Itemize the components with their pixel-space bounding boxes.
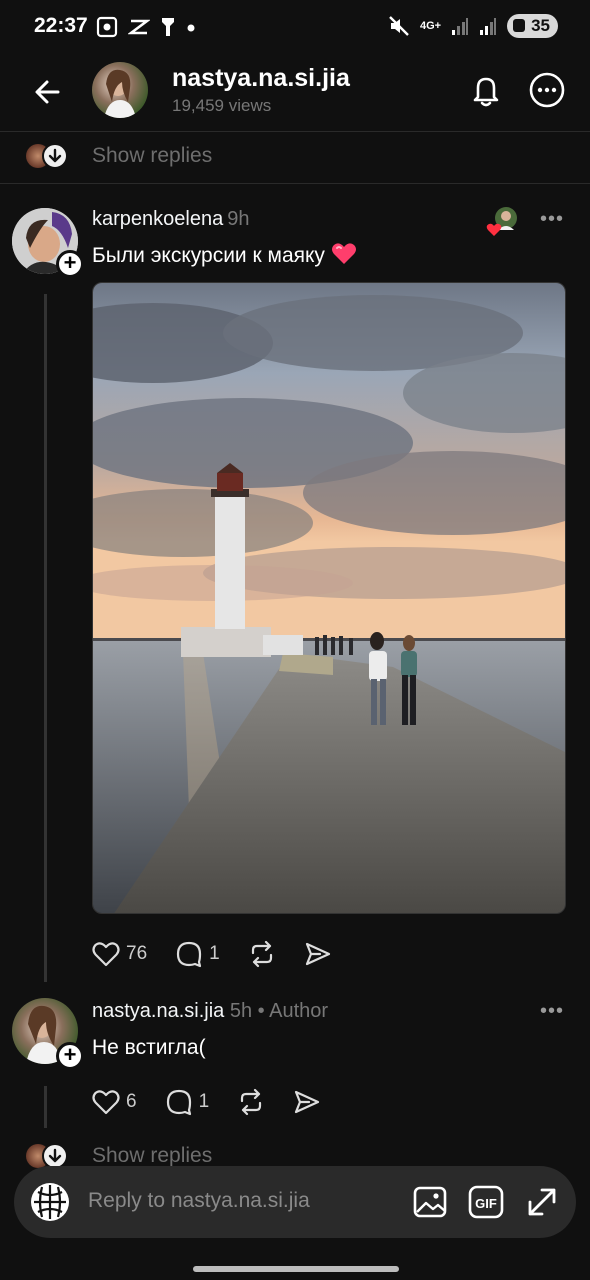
capcut-icon [128,19,150,35]
status-time: 22:37 [34,14,88,37]
gif-button[interactable]: GIF [468,1184,504,1220]
attach-photo-button[interactable] [412,1184,448,1220]
thread-line [44,294,47,982]
arrow-left-icon [35,80,60,104]
repost-button[interactable] [237,1088,265,1116]
red-heart-emoji-icon [331,243,356,264]
reply-text-content: Были экскурсии к маяку [92,244,325,267]
comment-button[interactable]: 1 [175,940,220,968]
send-icon [305,942,330,966]
signal-icon-2 [480,18,497,35]
reply-username-text[interactable]: karpenkoelena [92,208,223,230]
screenshot-icon [96,16,118,38]
heart-icon [92,1090,120,1115]
expand-composer-button[interactable] [524,1184,560,1220]
repost-icon [251,940,272,968]
status-right-icons: 4G+ 35 [388,14,558,38]
signal-icon-1 [452,18,469,35]
mute-icon [389,16,409,36]
network-label: 4G+ [419,20,442,32]
reply-composer[interactable]: Reply to nastya.na.si.jia GIF [14,1166,576,1238]
comment-count: 1 [209,943,220,964]
follow-button[interactable]: + [56,1042,84,1070]
battery-indicator: 35 [507,14,558,38]
replier-avatars [26,143,70,170]
reply-input[interactable]: Reply to nastya.na.si.jia [88,1189,310,1213]
comment-bubble-icon [166,1089,191,1116]
back-button[interactable] [30,74,66,110]
status-bar: 22:37 4G+ 35 [0,0,590,56]
notifications-button[interactable] [466,70,506,110]
reply-text: Не встигла( [92,1036,206,1059]
author-avatar[interactable] [92,62,148,118]
reply-actions: 76 1 [92,940,360,968]
reply-more-button[interactable]: ••• [540,1000,564,1023]
like-count: 76 [126,943,148,964]
image-icon [413,1186,447,1218]
flashlight-icon [162,18,174,36]
repost-icon [241,1088,262,1116]
home-indicator[interactable] [193,1266,399,1272]
lighthouse-photo [93,283,565,913]
heart-icon [92,942,120,967]
like-button[interactable]: 76 [92,941,147,967]
thread-header: nastya.na.si.jia 19,459 views [0,56,590,132]
header-views: 19,459 views [172,96,272,115]
svg-text:GIF: GIF [475,1196,497,1211]
show-replies-label[interactable]: Show replies [92,1144,212,1168]
thread-line [44,1086,47,1128]
show-replies-label[interactable]: Show replies [92,144,212,168]
header-username[interactable]: nastya.na.si.jia [172,64,350,93]
follow-button[interactable]: + [56,250,84,278]
reply-more-button[interactable]: ••• [540,208,564,231]
share-button[interactable] [293,1088,321,1116]
expand-arrows-icon [528,1188,556,1216]
repost-button[interactable] [248,940,276,968]
globe-logo-icon [31,1183,69,1221]
show-replies-top[interactable]: Show replies [0,132,590,184]
reply-photo-lighthouse[interactable] [92,282,566,914]
like-button[interactable]: 6 [92,1089,137,1115]
reply-text: Были экскурсии к маяку [92,242,357,268]
gif-icon: GIF [468,1185,504,1219]
liked-by-author-badge [486,206,520,236]
user-avatar-logo [30,1182,70,1222]
reply-username[interactable]: karpenkoelena 9h [92,208,249,231]
reply-actions: 6 1 [92,1088,349,1116]
avatar-portrait [104,69,136,118]
reply-username[interactable]: nastya.na.si.jia 5h • Author [92,1000,328,1023]
status-left-icons [96,16,196,38]
comment-bubble-icon [177,941,202,968]
header-more-button[interactable] [527,70,567,110]
reply-time: 9h [227,208,250,230]
comment-count: 1 [198,1091,210,1112]
share-button[interactable] [304,940,332,968]
like-count: 6 [126,1091,137,1112]
comment-button[interactable]: 1 [165,1088,210,1116]
more-circle-icon [529,72,565,108]
bell-icon [473,77,499,107]
reply-username-text[interactable]: nastya.na.si.jia [92,1000,224,1022]
reply-meta: 5h • Author [229,1000,329,1022]
expand-replies-icon [42,143,68,169]
dot-icon [187,24,195,32]
send-icon [295,1090,320,1114]
